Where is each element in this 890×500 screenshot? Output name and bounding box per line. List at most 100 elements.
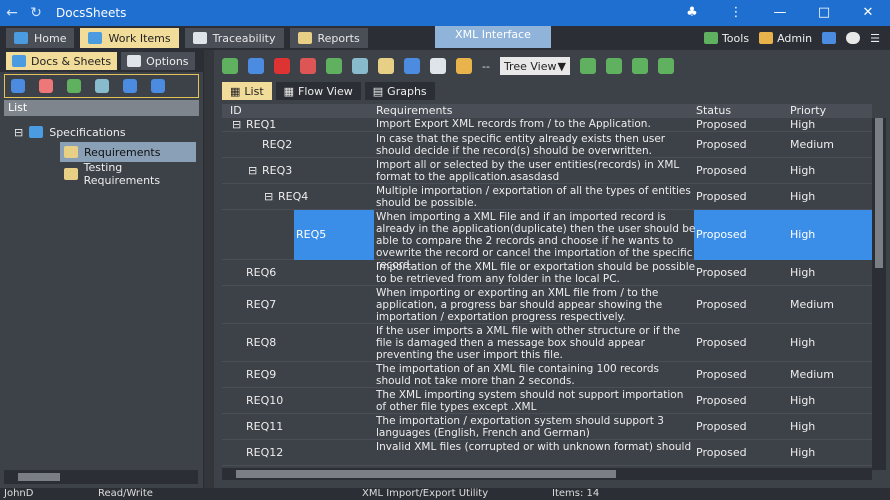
tab-list[interactable]: ▦ List <box>222 82 272 100</box>
tab-flow-view[interactable]: ▦ Flow View <box>275 82 361 100</box>
docs-icon <box>12 55 26 67</box>
specifications-icon <box>29 126 44 138</box>
table-row[interactable]: ⊟ REQ1 Import Export XML records from / … <box>222 118 872 132</box>
status-user: JohnD <box>4 488 34 499</box>
collapse-icon[interactable]: ⊟ <box>14 126 23 139</box>
puzzle-icon[interactable]: ♣ <box>670 0 714 26</box>
dash-dropdown[interactable]: -- <box>482 60 490 73</box>
table-row[interactable]: ⊟ REQ4 Multiple importation / exportatio… <box>222 184 872 210</box>
tab-home[interactable]: Home <box>6 28 75 48</box>
table-row[interactable]: REQ9 The importation of an XML file cont… <box>222 362 872 388</box>
collapse-icon[interactable]: ⊟ <box>248 164 257 177</box>
col-priority[interactable]: Priorty <box>790 104 826 117</box>
more-options-icon[interactable]: ⋮ <box>714 0 758 26</box>
doc-tree: ⊟ Specifications Requirements Testing Re… <box>4 116 199 464</box>
table-row[interactable]: REQ12 Invalid XML files (corrupted or wi… <box>222 440 872 466</box>
arrow-up-icon[interactable] <box>605 58 622 74</box>
pane-splitter[interactable] <box>204 50 214 488</box>
tree-add-icon[interactable] <box>95 79 109 93</box>
tab-docs-sheets[interactable]: Docs & Sheets <box>6 52 118 70</box>
graphs-icon: ▤ <box>372 84 384 98</box>
save-icon[interactable] <box>248 58 264 74</box>
table-row[interactable]: REQ6 Importation of the XML file or expo… <box>222 260 872 286</box>
tab-reports[interactable]: Reports <box>289 28 368 48</box>
list-header: List <box>4 100 199 116</box>
col-requirements[interactable]: Requirements <box>376 104 452 117</box>
status-utility: XML Import/Export Utility <box>362 488 489 499</box>
find-icon[interactable] <box>404 58 420 74</box>
hamburger-icon[interactable]: ☰ <box>870 32 880 45</box>
left-toolbar <box>4 74 199 98</box>
tools-icon <box>703 32 718 44</box>
arrow-right-icon[interactable] <box>657 58 674 74</box>
collapse-icon[interactable]: ⊟ <box>232 118 241 131</box>
minimize-button[interactable]: — <box>758 0 802 26</box>
back-arrow-icon[interactable]: ← <box>0 5 24 21</box>
add-item-icon[interactable] <box>222 58 238 74</box>
title-bar: ← ↻ DocsSheets ♣ ⋮ — □ ✕ <box>0 0 890 26</box>
app-title: DocsSheets <box>56 6 127 20</box>
table-row[interactable]: REQ7 When importing or exporting an XML … <box>222 286 872 324</box>
tab-graphs[interactable]: ▤ Graphs <box>364 82 435 100</box>
options-icon <box>127 55 142 67</box>
main-toolbar: -- Tree View ▼ <box>214 50 890 82</box>
reports-icon <box>297 32 312 44</box>
grid-horizontal-scrollbar[interactable] <box>222 468 872 480</box>
check-icon[interactable] <box>456 58 472 74</box>
close-button[interactable]: ✕ <box>846 0 890 26</box>
add-icon[interactable] <box>11 79 25 93</box>
delete-item-icon[interactable] <box>274 58 290 74</box>
status-mode: Read/Write <box>98 488 153 499</box>
sheet-icon <box>64 168 78 180</box>
move-down-tree-icon[interactable] <box>352 58 368 74</box>
grid-header: ID Requirements Status Priorty <box>222 104 872 118</box>
link-icon[interactable] <box>430 58 446 74</box>
tree-node-specifications[interactable]: ⊟ Specifications <box>14 122 126 142</box>
tree-node-testing-requirements[interactable]: Testing Requirements <box>64 161 199 187</box>
arrow-left-icon[interactable] <box>579 58 596 74</box>
maximize-button[interactable]: □ <box>802 0 846 26</box>
tree-node-requirements[interactable]: Requirements <box>60 142 196 162</box>
left-pane: Docs & Sheets Options List ⊟ Specificati… <box>0 50 204 488</box>
requirements-grid: ID Requirements Status Priorty ⊟ REQ1 Im… <box>222 104 886 480</box>
table-row[interactable]: REQ10 The XML importing system should no… <box>222 388 872 414</box>
admin-icon <box>759 32 774 44</box>
traceability-icon <box>192 32 207 44</box>
status-bar: JohnD Read/Write XML Import/Export Utili… <box>0 488 890 500</box>
tab-options[interactable]: Options <box>121 52 195 70</box>
sheet-icon <box>64 146 78 158</box>
table-row[interactable]: REQ11 The importation / exportation syst… <box>222 414 872 440</box>
main-pane: -- Tree View ▼ ▦ List ▦ Flow View ▤ Graphs I… <box>214 50 890 488</box>
context-tab-xml-interface[interactable]: XML Interface <box>435 26 551 48</box>
grid-vertical-scrollbar[interactable] <box>872 118 886 470</box>
search-icon[interactable] <box>123 79 137 93</box>
help-icon[interactable] <box>846 32 861 44</box>
tab-traceability[interactable]: Traceability <box>184 28 284 48</box>
flow-icon: ▦ <box>283 84 295 98</box>
remove-icon[interactable] <box>300 58 316 74</box>
status-items: Items: 14 <box>552 488 600 499</box>
move-up-tree-icon[interactable] <box>326 58 342 74</box>
tab-work-items[interactable]: Work Items <box>80 28 179 48</box>
work-items-icon <box>88 32 103 44</box>
table-row-selected[interactable]: REQ5 When importing a XML File and if an… <box>222 210 872 271</box>
admin-menu[interactable]: Admin <box>759 32 812 45</box>
table-row[interactable]: ⊟ REQ3 Import all or selected by the use… <box>222 158 872 184</box>
arrow-down-icon[interactable] <box>631 58 648 74</box>
refresh-list-icon[interactable] <box>151 79 165 93</box>
copy-icon[interactable] <box>378 58 394 74</box>
col-status[interactable]: Status <box>696 104 731 117</box>
refresh-icon[interactable]: ↻ <box>24 5 48 21</box>
chevron-down-icon: ▼ <box>557 59 566 73</box>
table-row[interactable]: REQ8 If the user imports a XML file with… <box>222 324 872 362</box>
settings-icon[interactable] <box>822 32 837 44</box>
table-row[interactable]: REQ2 In case that the specific entity al… <box>222 132 872 158</box>
left-horizontal-scrollbar[interactable] <box>4 470 198 484</box>
delete-icon[interactable] <box>39 79 53 93</box>
tree-view-select[interactable]: Tree View ▼ <box>499 57 570 75</box>
tree-icon[interactable] <box>67 79 81 93</box>
list-icon: ▦ <box>230 84 241 98</box>
col-id[interactable]: ID <box>230 104 242 117</box>
tools-menu[interactable]: Tools <box>703 32 749 45</box>
collapse-icon[interactable]: ⊟ <box>264 190 273 203</box>
